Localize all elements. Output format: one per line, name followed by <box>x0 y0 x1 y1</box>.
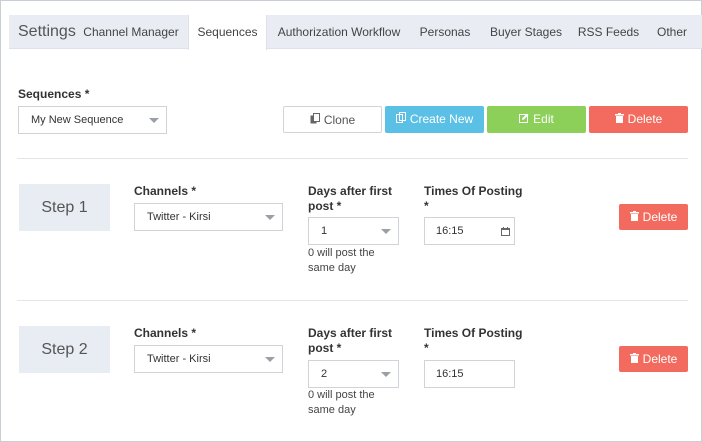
step-2-times-label-line1: Times Of Posting <box>424 326 523 340</box>
tab-authorization-workflow[interactable]: Authorization Workflow <box>273 15 405 49</box>
step-2-days-hint: 0 will post the same day <box>308 388 375 418</box>
step-1-delete-button[interactable]: Delete <box>619 204 688 230</box>
trash-icon <box>629 206 639 232</box>
step-2-badge: Step 2 <box>19 326 110 373</box>
step-1-hint-line1: 0 will post the <box>308 247 375 259</box>
create-new-button-label: Create New <box>409 112 474 126</box>
step-1-hint-line2: same day <box>308 262 356 274</box>
step-1-time-value: 16:15 <box>436 225 464 237</box>
step-2-hint-line2: same day <box>308 404 356 416</box>
step-1-days-hint: 0 will post the same day <box>308 246 375 276</box>
step-1-channel-select[interactable]: Twitter - Kirsi <box>134 203 283 231</box>
step-1-badge: Step 1 <box>19 184 110 231</box>
tab-rss-feeds[interactable]: RSS Feeds <box>574 15 643 49</box>
step-1-times-label-line2: * <box>424 199 429 213</box>
tab-bar: Settings Channel Manager Sequences Autho… <box>9 15 702 50</box>
chevron-down-icon <box>265 215 275 220</box>
chevron-down-icon <box>381 229 391 234</box>
step-2-delete-label: Delete <box>642 352 678 366</box>
step-2-times-label-line2: * <box>424 341 429 355</box>
step-1-days-label: Days after first post * <box>308 184 392 214</box>
chevron-down-icon <box>149 118 159 123</box>
copy-icon <box>310 108 320 135</box>
tab-other[interactable]: Other <box>650 15 694 49</box>
edit-button[interactable]: Edit <box>487 106 586 133</box>
step-1-times-label-line1: Times Of Posting <box>424 184 523 198</box>
step-2-delete-button[interactable]: Delete <box>619 346 688 372</box>
chevron-down-icon <box>381 372 391 377</box>
tab-buyer-stages[interactable]: Buyer Stages <box>485 15 567 49</box>
sequence-select-value: My New Sequence <box>31 114 124 126</box>
step-1-times-label: Times Of Posting * <box>424 184 522 214</box>
tab-sequences[interactable]: Sequences <box>188 15 267 50</box>
step-2-days-label-line1: Days after first <box>308 326 393 340</box>
delete-sequence-button[interactable]: Delete <box>589 106 688 133</box>
copy-icon <box>395 107 406 134</box>
edit-button-label: Edit <box>533 112 554 126</box>
calendar-icon[interactable] <box>501 227 511 237</box>
tab-channel-manager[interactable]: Channel Manager <box>81 15 181 49</box>
trash-icon <box>614 107 624 134</box>
page-title: Settings <box>18 23 76 40</box>
step-2-days-value: 2 <box>321 368 328 380</box>
clone-button-label: Clone <box>323 113 356 127</box>
edit-icon <box>519 107 529 134</box>
divider <box>17 300 688 301</box>
step-2-times-label: Times Of Posting * <box>424 326 522 356</box>
settings-window: Settings Channel Manager Sequences Autho… <box>0 0 702 442</box>
step-2-hint-line1: 0 will post the <box>308 389 375 401</box>
step-2-channel-select[interactable]: Twitter - Kirsi <box>134 345 283 373</box>
step-1-channels-label: Channels * <box>134 184 197 198</box>
step-1-delete-label: Delete <box>642 210 678 224</box>
step-2-days-label: Days after first post * <box>308 326 392 356</box>
sequence-select[interactable]: My New Sequence <box>18 106 167 134</box>
trash-icon <box>629 348 639 374</box>
step-2-channel-value: Twitter - Kirsi <box>147 353 211 365</box>
step-1-days-select[interactable]: 1 <box>308 217 399 245</box>
step-1-channel-value: Twitter - Kirsi <box>147 211 211 223</box>
divider <box>17 158 688 159</box>
step-1-days-label-line2: post * <box>308 199 342 213</box>
step-1-time-input[interactable]: 16:15 <box>424 217 515 245</box>
step-2-days-select[interactable]: 2 <box>308 360 399 388</box>
clone-button[interactable]: Clone <box>283 106 382 133</box>
sequences-label: Sequences * <box>18 87 90 101</box>
step-2-time-input[interactable]: 16:15 <box>424 360 515 388</box>
step-1-days-label-line1: Days after first <box>308 184 393 198</box>
create-new-button[interactable]: Create New <box>385 106 484 133</box>
step-2-channels-label: Channels * <box>134 326 197 340</box>
delete-sequence-button-label: Delete <box>627 112 663 126</box>
step-1-days-value: 1 <box>321 225 328 237</box>
step-2-time-value: 16:15 <box>436 368 464 380</box>
step-2-days-label-line2: post * <box>308 341 342 355</box>
chevron-down-icon <box>265 357 275 362</box>
tab-personas[interactable]: Personas <box>412 15 478 49</box>
